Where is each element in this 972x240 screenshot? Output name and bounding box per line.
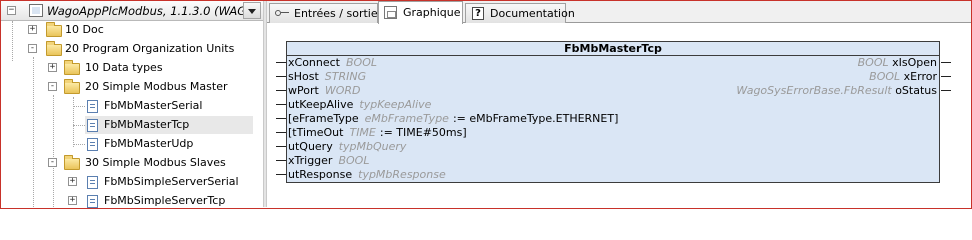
folder-icon: [64, 60, 80, 75]
tree-dropdown-button[interactable]: [243, 2, 261, 19]
input-pin-utkeepalive[interactable]: utKeepAlive typKeepAlive: [287, 98, 939, 112]
tree-item-program-organization-units[interactable]: - 20 Program Organization Units: [1, 40, 263, 58]
documentation-icon: ?: [472, 7, 484, 20]
tree-item-fbmbmastertcp[interactable]: FbMbMasterTcp: [85, 116, 253, 134]
tree-item-label: 20 Program Organization Units: [65, 42, 235, 55]
library-tree-panel: − WagoAppPlcModbus, 1.1.3.0 (WAGO) + 10 …: [1, 1, 263, 210]
function-block-icon: [87, 176, 98, 189]
pin-type: typMbResponse: [358, 168, 446, 181]
expand-toggle[interactable]: +: [28, 25, 37, 34]
tree-item-label: 20 Simple Modbus Master: [85, 80, 228, 93]
input-pin-utresponse[interactable]: utResponse typMbResponse: [287, 168, 939, 182]
pin-name: oStatus: [895, 84, 937, 97]
output-pin-xisopen[interactable]: BOOL xIsOpen: [287, 56, 939, 70]
pin-type: TIME: [349, 126, 376, 139]
tree-item-simple-modbus-slaves[interactable]: - 30 Simple Modbus Slaves: [1, 154, 263, 172]
tree-item-label: FbMbSimpleServerTcp: [104, 194, 226, 207]
pin-type: BOOL: [338, 154, 370, 167]
pin-name: utKeepAlive: [288, 98, 354, 111]
graphic-icon: [384, 6, 397, 19]
function-block-title: FbMbMasterTcp: [287, 42, 939, 56]
pin-default: := TIME#50ms]: [379, 126, 467, 139]
output-pin-ostatus[interactable]: WagoSysErrorBase.FbResult oStatus: [287, 84, 939, 98]
input-connector-line: [276, 118, 286, 119]
tab-label: Entrées / sorties: [294, 7, 384, 20]
input-connector-line: [276, 62, 286, 63]
pin-name: xTrigger: [288, 154, 333, 167]
input-pin-xtrigger[interactable]: xTrigger BOOL: [287, 154, 939, 168]
tab-bar: Entrées / sorties Graphique ? Documentat…: [267, 1, 971, 24]
tree-item-fbmbsimpleserverserial[interactable]: + FbMbSimpleServerSerial: [1, 173, 263, 191]
pin-type: WagoSysErrorBase.FbResult: [736, 84, 892, 97]
input-connector-line: [276, 104, 286, 105]
tab-documentation[interactable]: ? Documentation: [465, 3, 575, 23]
folder-icon: [46, 41, 62, 56]
pin-type: eMbFrameType: [364, 112, 449, 125]
function-block-icon: [87, 195, 98, 208]
library-icon: [29, 4, 43, 17]
pin-name: xError: [903, 70, 937, 83]
input-pin-eframetype[interactable]: [eFrameType eMbFrameType:= eMbFrameType.E…: [287, 112, 939, 126]
pin-type: BOOL: [869, 70, 901, 83]
input-pin-utquery[interactable]: utQuery typMbQuery: [287, 140, 939, 154]
tree-item-label: FbMbMasterSerial: [104, 99, 203, 112]
pin-name: xIsOpen: [892, 56, 937, 69]
input-connector-line: [276, 132, 286, 133]
folder-icon: [46, 22, 62, 37]
tab-label: Documentation: [490, 7, 575, 20]
tree-item-fbmbmasterserial[interactable]: FbMbMasterSerial: [1, 97, 263, 115]
expand-toggle[interactable]: +: [68, 177, 77, 186]
function-block-icon: [87, 100, 98, 113]
function-block-icon: [87, 119, 98, 132]
pin-name: [tTimeOut: [288, 126, 344, 139]
tree-header: − WagoAppPlcModbus, 1.1.3.0 (WAGO): [1, 1, 263, 21]
pin-type: typKeepAlive: [359, 98, 432, 111]
io-icon: [275, 8, 289, 18]
collapse-toggle[interactable]: -: [28, 44, 37, 53]
input-connector-line: [276, 90, 286, 91]
output-pin-xerror[interactable]: BOOL xError: [287, 70, 939, 84]
output-connector-line: [941, 62, 951, 63]
collapse-toggle[interactable]: -: [48, 82, 57, 91]
tab-inputs-outputs[interactable]: Entrées / sorties: [269, 3, 383, 23]
tab-label: Graphique: [403, 6, 461, 19]
expand-toggle[interactable]: +: [48, 63, 57, 72]
folder-icon: [64, 155, 80, 170]
tree-item-doc[interactable]: + 10 Doc: [1, 21, 263, 39]
tree-connector: [73, 125, 85, 126]
function-block-diagram[interactable]: FbMbMasterTcp xConnect BOOL sHost STRING w…: [286, 41, 940, 183]
tab-graphique[interactable]: Graphique: [378, 1, 463, 24]
editor-panel: Entrées / sorties Graphique ? Documentat…: [267, 1, 971, 207]
input-connector-line: [276, 174, 286, 175]
tree-item-data-types[interactable]: + 10 Data types: [1, 59, 263, 77]
pin-type: typMbQuery: [338, 140, 407, 153]
tree-item-label: 30 Simple Modbus Slaves: [85, 156, 226, 169]
pin-type: BOOL: [857, 56, 889, 69]
input-connector-line: [276, 76, 286, 77]
pin-name: utResponse: [288, 168, 353, 181]
root-collapse-toggle[interactable]: −: [7, 6, 16, 15]
tree-item-simple-modbus-master[interactable]: - 20 Simple Modbus Master: [1, 78, 263, 96]
input-connector-line: [276, 160, 286, 161]
library-root-title[interactable]: WagoAppPlcModbus, 1.1.3.0 (WAGO): [47, 4, 260, 18]
tree-item-label: 10 Data types: [85, 61, 163, 74]
output-connector-line: [941, 90, 951, 91]
pin-name: [eFrameType: [288, 112, 359, 125]
collapse-toggle[interactable]: -: [48, 158, 57, 167]
pin-name: utQuery: [288, 140, 333, 153]
input-connector-line: [276, 146, 286, 147]
output-connector-line: [941, 76, 951, 77]
tree-item-label: 10 Doc: [65, 23, 104, 36]
tree-item-label: FbMbSimpleServerSerial: [104, 175, 239, 188]
pin-default: := eMbFrameType.ETHERNET]: [452, 112, 619, 125]
folder-icon: [64, 79, 80, 94]
tree-item-label: FbMbMasterTcp: [104, 118, 190, 131]
tree-item-fbmbsimpleservertcp[interactable]: + FbMbSimpleServerTcp: [1, 192, 263, 210]
tree-item-label: FbMbMasterUdp: [104, 137, 194, 150]
expand-toggle[interactable]: +: [68, 196, 77, 205]
input-pin-ttimeout[interactable]: [tTimeOut TIME:= TIME#50ms]: [287, 126, 939, 140]
function-block-icon: [87, 138, 98, 151]
tree-item-fbmbmasterudp[interactable]: FbMbMasterUdp: [1, 135, 263, 153]
